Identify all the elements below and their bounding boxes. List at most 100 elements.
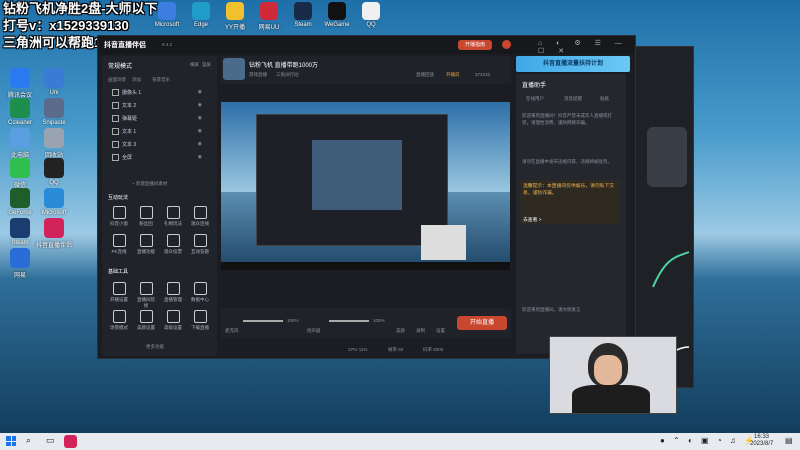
scene-tab-music[interactable]: 背景音乐 (152, 77, 170, 83)
clock-date[interactable]: 2023/8/7 (750, 441, 773, 447)
tool-label: 开播设置 (110, 297, 128, 302)
visibility-icon[interactable]: ◉ (198, 115, 202, 121)
tool-button[interactable]: 美颜设置 (135, 310, 157, 331)
desktop-icon[interactable]: WeGame (320, 2, 354, 28)
source-item[interactable]: 全屏 ◉ (112, 154, 212, 163)
tool-label: 礼物玩法 (164, 221, 182, 226)
stream-preview[interactable] (221, 102, 510, 270)
scene-tab-scenes[interactable]: 画面场景 (108, 77, 126, 83)
start-live-button[interactable]: 开始直播 (457, 316, 507, 330)
status-bitrate: 码率 6000 (423, 347, 444, 352)
start-icon[interactable] (6, 436, 16, 446)
task-view-icon[interactable]: ▭ (46, 435, 55, 446)
tool-button[interactable]: 下载直播 (189, 310, 211, 331)
right-panel: 直播助手 在线用户 消息提醒 贴纸 欢迎来到直播间！抖音严禁未成年人直播或打赏，… (516, 74, 626, 354)
source-label: 全屏 (122, 155, 133, 161)
window-controls[interactable]: ⌂ ◐ ⚙ ☰ — ☐ ✕ (538, 39, 635, 55)
scene-tab-add[interactable]: 添加 (132, 77, 141, 83)
live-companion-window: 抖音直播伴侣 9.4.2 开播指南 ⌂ ◐ ⚙ ☰ — ☐ ✕ 常规模式 横屏 … (97, 35, 636, 359)
tool-button[interactable]: 场景模式 (108, 310, 130, 331)
tool-button[interactable]: 互动答题 (189, 234, 211, 255)
app-icon (10, 68, 30, 88)
tool-button[interactable]: 高级设置 (162, 310, 184, 331)
source-icon (112, 115, 119, 123)
desktop-icon[interactable]: Snipaste (36, 98, 72, 126)
desktop-icon[interactable]: Ccleaner (2, 98, 38, 126)
more-tools-link[interactable]: 更多功能 (146, 344, 164, 350)
tool-button[interactable]: 观众连线 (189, 206, 211, 227)
stream-title[interactable]: 钻粉飞机 直播带跑1000万 (249, 60, 318, 69)
source-item[interactable]: 文本 3 ◉ (112, 141, 212, 150)
background-window-graphic (647, 127, 687, 187)
desktop-icon[interactable]: 网易UU (252, 2, 286, 31)
desktop-icon[interactable]: Uni (36, 68, 72, 96)
desktop-icon[interactable]: 网易 (2, 248, 38, 279)
desktop-icon-label: Ccleaner (7, 120, 32, 126)
source-item[interactable]: 弹幕姬 ◉ (112, 115, 212, 124)
search-icon[interactable]: ⌕ (26, 435, 31, 446)
header-action-replay[interactable]: 直播回放 (416, 72, 434, 78)
tool-button[interactable]: 数据中心 (189, 282, 211, 303)
mode-label[interactable]: 常规模式 (108, 61, 132, 70)
desktop-icon[interactable]: Steam (2, 218, 38, 246)
notification-icon[interactable]: ▤ (785, 436, 793, 445)
desktop-icon[interactable]: QQ (36, 158, 72, 186)
avatar[interactable] (502, 40, 511, 49)
tool-icon (193, 282, 207, 295)
tool-button[interactable]: PK连线 (108, 234, 130, 255)
app-icon (10, 158, 30, 178)
header-action-prestart[interactable]: 开播前 (446, 72, 460, 78)
stream-cover[interactable] (223, 58, 245, 80)
tab-stickers[interactable]: 贴纸 (600, 96, 609, 102)
desktop-icon[interactable]: YY开播 (218, 2, 252, 31)
tool-button[interactable]: 开播设置 (108, 282, 130, 303)
tool-label: 直播管理 (164, 297, 182, 302)
promo-banner[interactable]: 抖音直播流量扶持计划 (516, 56, 630, 72)
tool-icon (112, 282, 126, 295)
tool-button[interactable]: 粉丝团 (135, 206, 157, 227)
tool-button[interactable]: 直播功能 (135, 234, 157, 255)
source-item[interactable]: 文本 1 ◉ (112, 128, 212, 137)
mode-tab-landscape[interactable]: 横屏 (190, 62, 199, 68)
desktop-icon[interactable]: Microsoft (150, 2, 184, 28)
add-source-button[interactable]: + 新建直播间素材 (132, 181, 167, 187)
tab-online-users[interactable]: 在线用户 (526, 96, 544, 102)
visibility-icon[interactable]: ◉ (198, 154, 202, 160)
app-title: 抖音直播伴侣 (104, 42, 146, 49)
desktop-icon[interactable]: 微信 (2, 158, 38, 189)
visibility-icon[interactable]: ◉ (198, 102, 202, 108)
tool-button[interactable]: 礼物玩法 (162, 206, 184, 227)
desktop-icon[interactable]: Microsoft (36, 188, 72, 216)
tool-button[interactable]: 直播间装修 (135, 282, 157, 309)
highlight-link[interactable]: 去查看 > (523, 216, 542, 223)
douyin-taskbar-icon[interactable] (64, 435, 77, 448)
clock-time[interactable]: 16:33 (754, 434, 769, 440)
speaker-slider[interactable] (329, 320, 369, 322)
tool-beauty[interactable]: 美颜 (396, 328, 405, 334)
desktop-icon[interactable]: Steam (286, 2, 320, 28)
visibility-icon[interactable]: ◉ (198, 141, 202, 147)
desktop-icon[interactable]: Edge (184, 2, 218, 28)
tab-messages[interactable]: 消息提醒 (564, 96, 582, 102)
desktop-icon[interactable]: 此电脑 (2, 128, 38, 159)
desktop-icon[interactable]: 回收站 (36, 128, 72, 159)
visibility-icon[interactable]: ◉ (198, 89, 202, 95)
visibility-icon[interactable]: ◉ (198, 128, 202, 134)
guide-button[interactable]: 开播指南 (458, 40, 492, 50)
source-item[interactable]: 文本 2 ◉ (112, 102, 212, 111)
tool-button[interactable]: 直播管理 (162, 282, 184, 303)
tray-icons[interactable]: ● ⌃ ◐ ▣ ◔ ♫ ⚡ (660, 436, 757, 445)
header-stats: 374232 (475, 72, 491, 77)
mode-tab-portrait[interactable]: 竖屏 (202, 62, 211, 68)
source-item[interactable]: 摄像头 1 ◉ (112, 89, 212, 98)
tool-settings[interactable]: 设置 (436, 328, 445, 334)
tool-icon (166, 234, 180, 247)
tool-button[interactable]: 观众投票 (162, 234, 184, 255)
tool-button[interactable]: 抖音小窗 (108, 206, 130, 227)
desktop-icon[interactable]: GeForce (2, 188, 38, 216)
desktop-icon[interactable]: 抖音直播伴侣 (36, 218, 72, 249)
desktop-icon[interactable]: QQ (354, 2, 388, 28)
desktop-icon[interactable]: 腾讯会议 (2, 68, 38, 99)
tool-record[interactable]: 录制 (416, 328, 425, 334)
mic-slider[interactable] (243, 320, 283, 322)
